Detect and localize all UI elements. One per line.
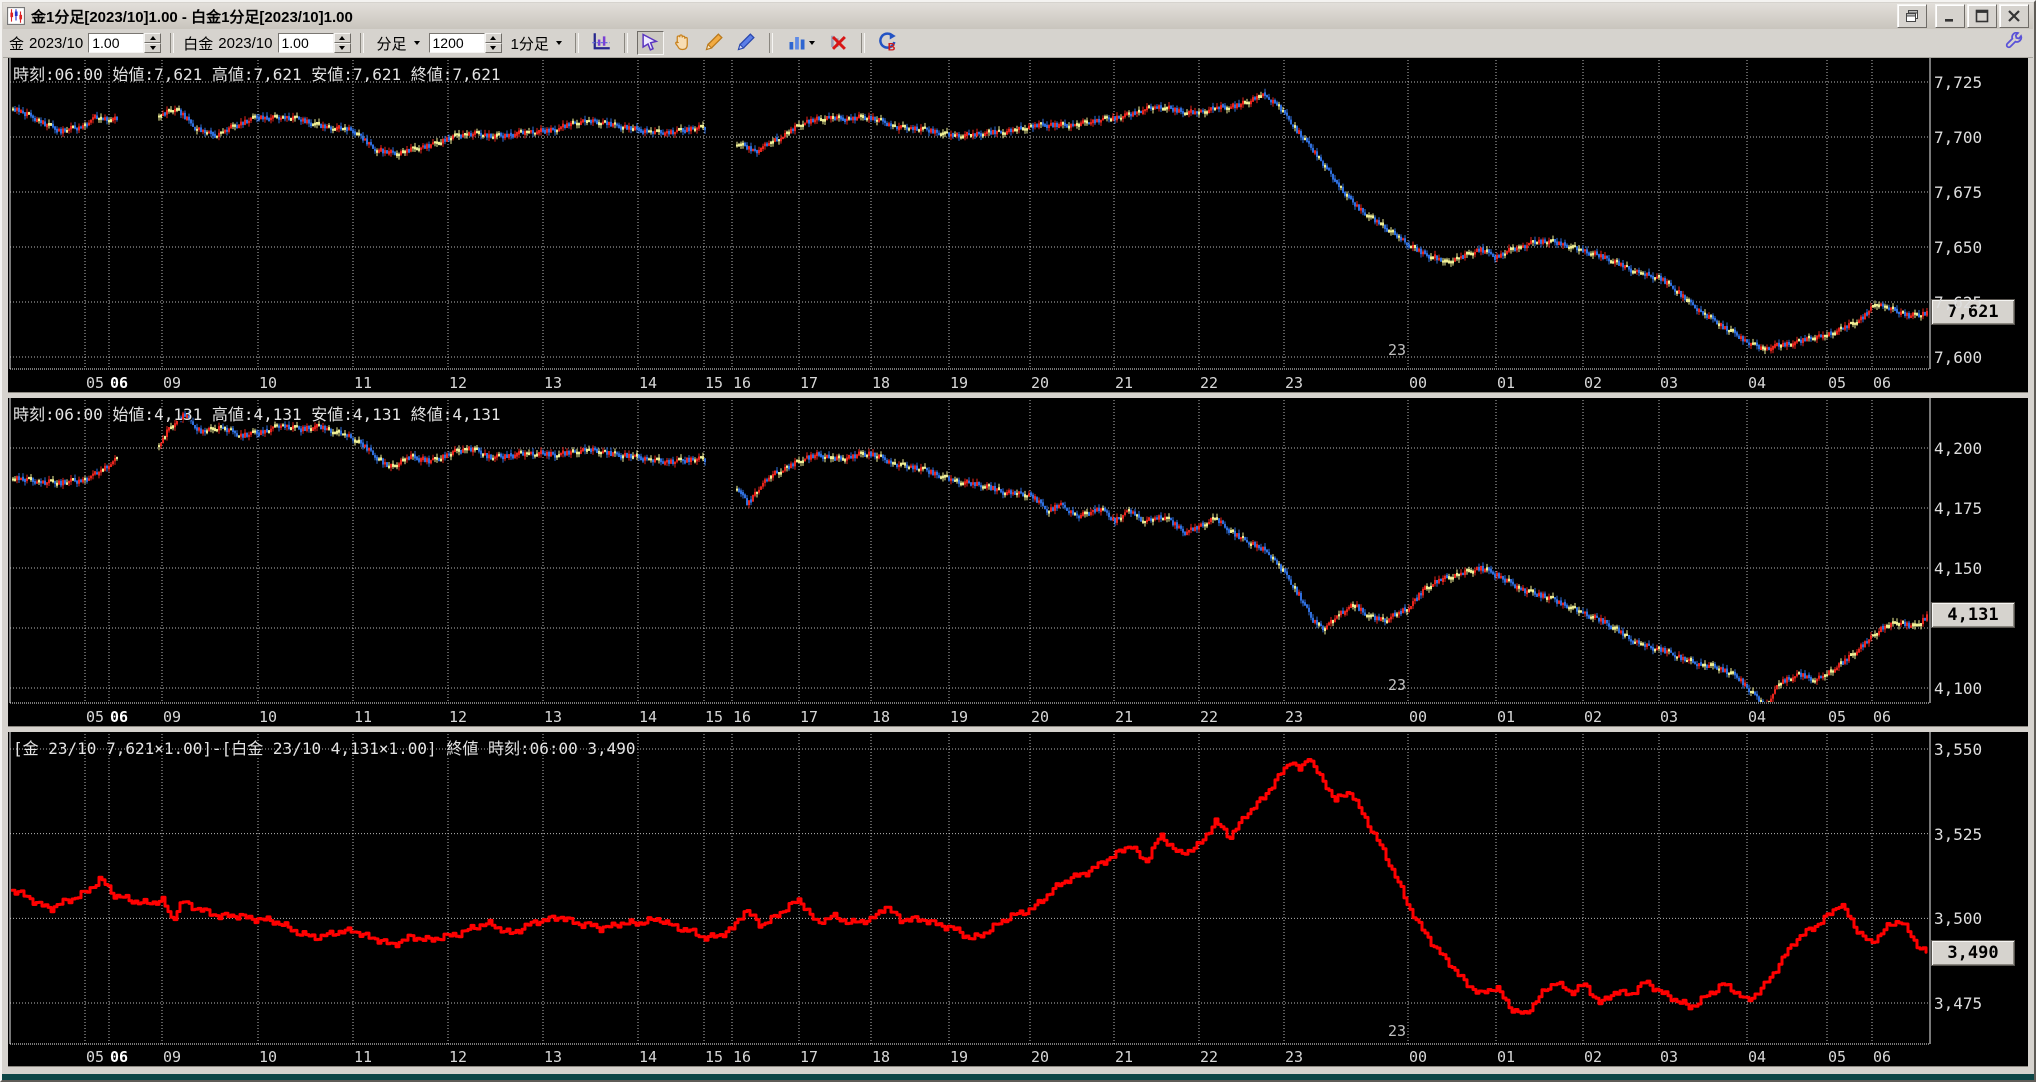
gold-month-label: 2023/10	[29, 34, 84, 52]
select-cursor-button[interactable]	[636, 31, 664, 55]
maximize-button[interactable]	[1967, 4, 1997, 28]
toolbar-separator	[860, 33, 865, 53]
platinum-multiplier-input[interactable]	[277, 33, 334, 53]
platinum-label: 白金	[183, 35, 214, 53]
bar-type-dropdown[interactable]: 分足	[373, 31, 424, 56]
gold-multiplier-up-button[interactable]	[144, 33, 162, 43]
bar-count-down-button[interactable]	[484, 43, 502, 53]
gold-multiplier-input[interactable]	[88, 33, 145, 53]
clear-drawings-icon	[828, 32, 848, 55]
interval-dropdown[interactable]: 1分足	[507, 31, 566, 56]
platinum-multiplier-up-button[interactable]	[333, 33, 351, 43]
pan-hand-icon	[672, 32, 692, 55]
chart-settings-button[interactable]	[587, 31, 615, 55]
toolbar-separator	[623, 33, 628, 53]
toolbar-separator	[574, 33, 579, 53]
settings-wrench-icon	[2004, 31, 2024, 55]
chevron-down-icon	[808, 41, 815, 45]
indicator-bars-icon	[787, 32, 807, 55]
toolbar-separator	[359, 33, 364, 53]
toolbar: 金 2023/10 白金 2023/10 分足 1分足	[3, 29, 2033, 58]
float-window-button[interactable]	[1897, 4, 1927, 28]
platinum-month-label: 2023/10	[218, 34, 273, 52]
window-title: 金1分足[2023/10]1.00 - 白金1分足[2023/10]1.00	[31, 8, 353, 26]
draw-pen-icon	[736, 32, 756, 55]
title-bar[interactable]: 金1分足[2023/10]1.00 - 白金1分足[2023/10]1.00	[3, 3, 2033, 29]
pan-hand-button[interactable]	[668, 31, 696, 55]
chevron-down-icon	[413, 41, 420, 45]
draw-pencil-button[interactable]	[700, 31, 728, 55]
background-strip	[0, 1074, 2036, 1082]
toolbar-separator	[768, 33, 773, 53]
bar-count-input[interactable]	[428, 33, 485, 53]
auto-refresh-button[interactable]: B	[873, 31, 901, 55]
bar-count-spinner	[428, 33, 502, 53]
platinum-chart-panel	[8, 398, 2028, 726]
toolbar-separator	[170, 33, 175, 53]
draw-pen-button[interactable]	[732, 31, 760, 55]
minimize-button[interactable]	[1935, 4, 1965, 28]
app-icon	[7, 7, 25, 25]
gold-chart-panel	[8, 58, 2028, 392]
close-button[interactable]	[1999, 4, 2029, 28]
gold-multiplier-down-button[interactable]	[144, 43, 162, 53]
chevron-down-icon	[555, 41, 562, 45]
chart-settings-icon	[591, 32, 611, 55]
select-cursor-icon	[640, 32, 660, 55]
gold-multiplier-spinner	[88, 33, 162, 53]
svg-text:B: B	[888, 41, 896, 52]
auto-refresh-icon: B	[877, 31, 897, 55]
gold-label: 金	[9, 35, 25, 53]
draw-pencil-icon	[704, 32, 724, 55]
bar-count-up-button[interactable]	[484, 33, 502, 43]
spread-chart-panel	[8, 732, 2028, 1066]
platinum-multiplier-spinner	[277, 33, 351, 53]
platinum-multiplier-down-button[interactable]	[333, 43, 351, 53]
interval-value: 1分足	[510, 35, 549, 53]
settings-wrench-button[interactable]	[2000, 31, 2027, 55]
app-window: 時刻:06:00 始値:7,621 高値:7,621 安値:7,621 終値:7…	[0, 0, 2036, 1082]
clear-drawings-button[interactable]	[824, 31, 852, 55]
indicator-bars-button[interactable]	[781, 31, 820, 55]
bar-type-value: 分足	[376, 35, 407, 53]
